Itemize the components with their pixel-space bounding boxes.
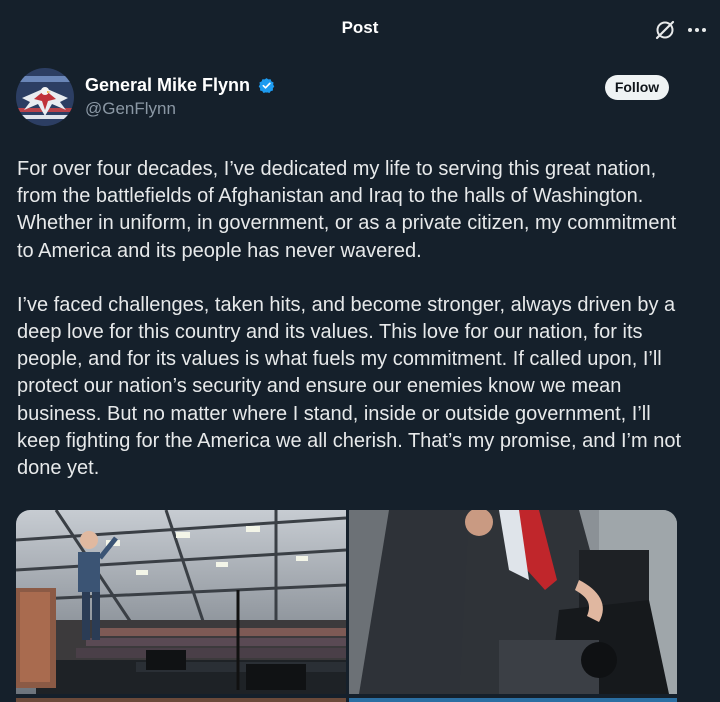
- verified-badge-icon: [258, 77, 275, 94]
- post-paragraph-1: For over four decades, I’ve dedicated my…: [17, 158, 677, 262]
- post-body: For over four decades, I’ve dedicated my…: [17, 156, 697, 482]
- page-title: Post: [341, 18, 379, 37]
- display-name[interactable]: General Mike Flynn: [85, 75, 250, 96]
- follow-button[interactable]: Follow: [605, 75, 669, 100]
- media-photo-3[interactable]: [16, 698, 346, 702]
- post-paragraph-2: I’ve faced challenges, taken hits, and b…: [17, 293, 682, 480]
- media-photo-seated[interactable]: [349, 510, 677, 694]
- media-photo-4[interactable]: [349, 698, 677, 702]
- handle[interactable]: @GenFlynn: [85, 99, 275, 119]
- author-row: General Mike Flynn @GenFlynn Follow: [16, 66, 706, 128]
- author-names: General Mike Flynn @GenFlynn: [85, 75, 275, 119]
- media-photo-rally[interactable]: [16, 510, 346, 694]
- media-grid: [16, 510, 677, 702]
- post-header: Post: [0, 0, 720, 58]
- more-icon[interactable]: [686, 19, 708, 41]
- grok-icon[interactable]: [654, 19, 676, 41]
- avatar[interactable]: [16, 68, 74, 126]
